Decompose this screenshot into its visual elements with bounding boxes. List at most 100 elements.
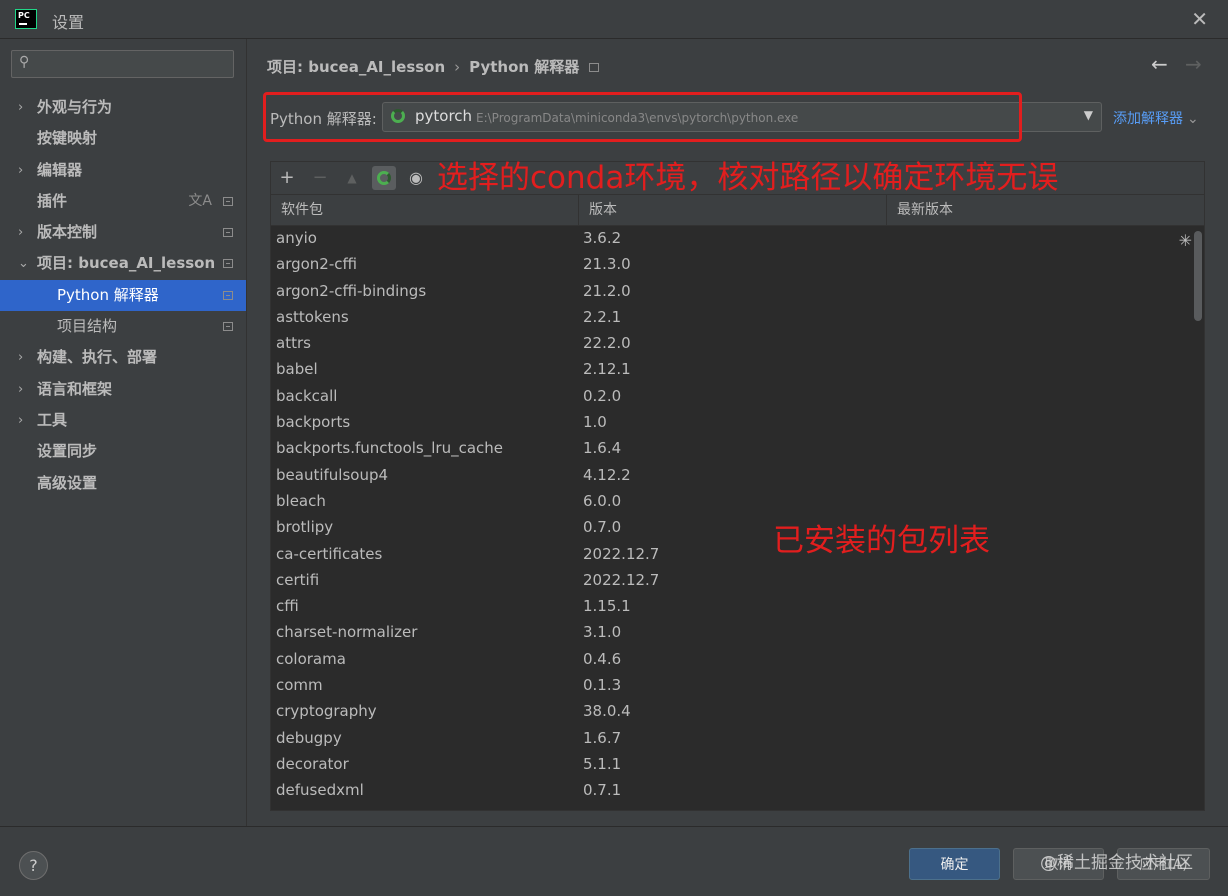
ok-button[interactable]: 确定 [909, 848, 1000, 880]
table-row[interactable]: certifi 2022.12.7 [271, 567, 1191, 593]
sidebar-item[interactable]: › 版本控制 [0, 217, 246, 248]
main-panel: 项目: bucea_AI_lesson › Python 解释器 ← → Pytho… [247, 39, 1228, 826]
package-version: 2.12.1 [583, 360, 631, 379]
package-version: 1.0 [583, 413, 607, 432]
chevron-down-icon[interactable]: ⌄ [18, 248, 29, 279]
table-row[interactable]: ca-certificates 2022.12.7 [271, 541, 1191, 567]
package-version: 38.0.4 [583, 702, 631, 721]
sidebar-item[interactable]: ⌄ 项目: bucea_AI_lesson [0, 248, 246, 279]
table-row[interactable]: backports.functools_lru_cache 1.6.4 [271, 435, 1191, 461]
package-name: cryptography [276, 702, 377, 721]
package-name: attrs [276, 334, 311, 353]
table-row[interactable]: argon2-cffi-bindings 21.2.0 [271, 278, 1191, 304]
sidebar-item-label: 编辑器 [37, 160, 83, 179]
sidebar-item[interactable]: › 构建、执行、部署 [0, 342, 246, 373]
sidebar-item[interactable]: 插件 文A [0, 186, 246, 217]
sidebar-item[interactable]: 按键映射 [0, 123, 246, 154]
sidebar-item-label: 构建、执行、部署 [37, 348, 158, 367]
table-row[interactable]: cryptography 38.0.4 [271, 698, 1191, 724]
package-name: babel [276, 360, 318, 379]
package-list-annotation: 已安装的包列表 [773, 523, 990, 559]
sidebar-item-label: 外观与行为 [37, 98, 113, 116]
sidebar-item[interactable]: 项目结构 [0, 311, 246, 342]
table-row[interactable]: decorator 5.1.1 [271, 751, 1191, 777]
search-icon: ⚲ [19, 54, 30, 70]
chevron-right-icon[interactable]: › [18, 342, 23, 373]
table-row[interactable]: anyio 3.6.2 [271, 225, 1191, 251]
window-title: 设置 [52, 13, 85, 32]
package-version: 3.1.0 [583, 623, 622, 642]
sidebar-item-label: 高级设置 [37, 473, 98, 492]
table-row[interactable]: backports 1.0 [271, 409, 1191, 435]
column-header-version[interactable]: 版本 [579, 195, 887, 225]
sidebar-item-label: Python 解释器 [57, 285, 159, 304]
chevron-right-icon[interactable]: › [18, 155, 23, 186]
chevron-right-icon[interactable]: › [18, 374, 23, 405]
translate-icon: 文A [188, 192, 212, 209]
sidebar-item[interactable]: Python 解释器 [0, 279, 246, 312]
chevron-right-icon[interactable]: › [18, 217, 23, 248]
chevron-right-icon[interactable]: › [18, 92, 23, 123]
help-icon[interactable]: ? [19, 851, 48, 880]
table-row[interactable]: cffi 1.15.1 [271, 593, 1191, 619]
column-header-latest[interactable]: 最新版本 [887, 195, 1204, 225]
table-row[interactable]: asttokens 2.2.1 [271, 304, 1191, 330]
project-scope-icon [223, 259, 233, 269]
show-latest-eye-icon[interactable]: ◉ [404, 166, 428, 190]
package-version: 1.15.1 [583, 597, 631, 616]
package-name: backports [276, 413, 351, 432]
chevron-right-icon[interactable]: › [18, 405, 23, 436]
sidebar-item[interactable]: 高级设置 [0, 468, 246, 499]
upgrade-package-icon[interactable]: ▲ [340, 166, 364, 190]
sidebar-item[interactable]: › 编辑器 [0, 155, 246, 186]
package-version: 6.0.0 [583, 491, 622, 510]
sidebar-item[interactable]: 设置同步 [0, 436, 246, 467]
conda-toggle-icon[interactable] [372, 166, 396, 190]
table-row[interactable]: bleach 6.0.0 [271, 488, 1191, 514]
package-name: anyio [276, 229, 317, 247]
forward-arrow-icon[interactable]: → [1185, 52, 1202, 76]
table-row[interactable]: backcall 0.2.0 [271, 383, 1191, 409]
table-row[interactable]: colorama 0.4.6 [271, 646, 1191, 672]
sidebar-item[interactable]: › 语言和框架 [0, 374, 246, 405]
package-version: 4.12.2 [583, 465, 631, 484]
package-version: 0.1.3 [583, 676, 622, 695]
title-bar: PC 设置 ✕ [0, 0, 1228, 39]
project-scope-icon [223, 196, 233, 206]
add-interpreter-link[interactable]: 添加解释器 ⌄ [1113, 108, 1199, 128]
remove-package-icon[interactable]: − [308, 166, 332, 190]
table-row[interactable]: beautifulsoup4 4.12.2 [271, 462, 1191, 488]
project-scope-icon [589, 63, 600, 72]
back-arrow-icon[interactable]: ← [1151, 52, 1168, 76]
project-scope-icon [223, 228, 233, 238]
sidebar-item[interactable]: › 外观与行为 [0, 92, 246, 123]
table-row[interactable]: attrs 22.2.0 [271, 330, 1191, 356]
package-version: 22.2.0 [583, 334, 631, 353]
package-version: 0.4.6 [583, 649, 622, 668]
close-icon[interactable]: ✕ [1191, 7, 1208, 31]
annotation-highlight-box [263, 92, 1022, 142]
package-name: debugpy [276, 728, 342, 747]
dropdown-arrow-icon[interactable]: ▼ [1084, 108, 1093, 122]
table-row[interactable]: comm 0.1.3 [271, 672, 1191, 698]
pycharm-logo-icon: PC [15, 9, 37, 29]
search-input[interactable]: ⚲ [11, 50, 234, 78]
package-version: 0.2.0 [583, 386, 622, 405]
table-row[interactable]: brotlipy 0.7.0 [271, 514, 1191, 540]
add-package-icon[interactable]: + [275, 166, 299, 190]
table-row[interactable]: debugpy 1.6.7 [271, 725, 1191, 751]
breadcrumb-project[interactable]: 项目: bucea_AI_lesson [267, 58, 445, 76]
column-header-package[interactable]: 软件包 [271, 195, 579, 225]
package-name: argon2-cffi [276, 255, 358, 274]
project-scope-icon [223, 290, 233, 300]
table-row[interactable]: babel 2.12.1 [271, 356, 1191, 382]
table-row[interactable]: charset-normalizer 3.1.0 [271, 619, 1191, 645]
package-name: certifi [276, 570, 320, 589]
package-name: decorator [276, 754, 349, 773]
loading-spinner-icon: ✳ [1178, 231, 1192, 250]
sidebar-item[interactable]: › 工具 [0, 405, 246, 436]
vertical-scrollbar[interactable] [1194, 231, 1202, 321]
table-row[interactable]: defusedxml 0.7.1 [271, 777, 1191, 803]
table-row[interactable]: argon2-cffi 21.3.0 [271, 251, 1191, 277]
package-version: 0.7.0 [583, 518, 622, 537]
